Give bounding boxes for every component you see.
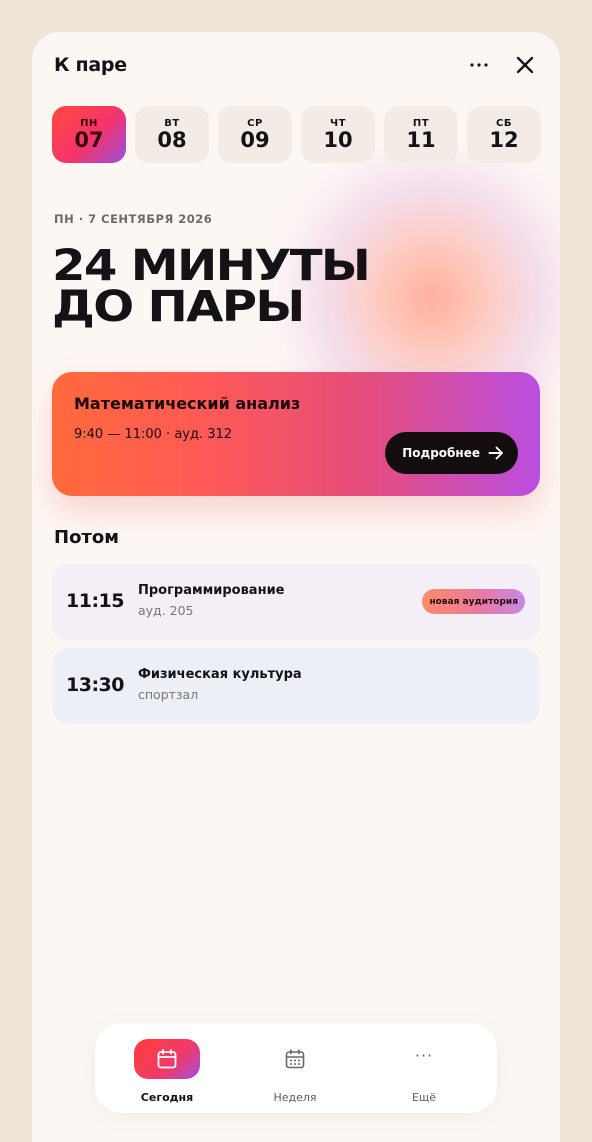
calendar-icon (157, 1049, 177, 1069)
close-icon (516, 56, 534, 74)
tab-icon-container (262, 1039, 328, 1079)
close-button[interactable] (512, 52, 538, 78)
tab-week[interactable]: Неделя (250, 1039, 340, 1104)
day-tab-thu[interactable]: ЧТ 10 (301, 106, 375, 163)
tab-more[interactable]: ··· Ещё (379, 1039, 469, 1105)
header-actions (466, 52, 538, 78)
header: К паре (54, 50, 538, 80)
day-tab-tue[interactable]: ВТ 08 (135, 106, 209, 163)
countdown-heading: 24 минуты до пары (52, 241, 371, 332)
details-button-label: Подробнее (402, 446, 480, 460)
calendar-grid-icon (285, 1049, 305, 1069)
current-date: ПН · 7 СЕНТЯБРЯ 2026 (54, 212, 213, 226)
day-number: 11 (406, 127, 436, 152)
arrow-right-icon (488, 446, 503, 460)
status-badge: новая аудитория (422, 589, 525, 614)
day-tab-sat[interactable]: СБ 12 (467, 106, 541, 163)
tab-today[interactable]: Сегодня (122, 1039, 212, 1104)
tab-label: Неделя (273, 1091, 317, 1104)
day-tab-fri[interactable]: ПТ 11 (384, 106, 458, 163)
countdown-line-2: до пары (52, 282, 305, 332)
day-selector: ПН 07 ВТ 08 СР 09 ЧТ 10 ПТ 11 СБ 12 (52, 106, 541, 163)
lesson-name: Физическая культура (138, 667, 302, 682)
lesson-time: 11:15 (66, 590, 124, 612)
page-title: К паре (54, 54, 127, 76)
app-screen: К паре ПН 07 ВТ 08 СР 09 ЧТ 10 ПТ 11 СБ … (32, 32, 560, 1142)
day-number: 10 (323, 127, 353, 152)
list-item[interactable]: 13:30 Физическая культура спортзал (52, 648, 540, 724)
day-number: 07 (74, 127, 104, 152)
lesson-time: 13:30 (66, 674, 124, 696)
tab-icon-container: ··· (391, 1039, 457, 1079)
next-class-time-room: 9:40 — 11:00 · ауд. 312 (74, 427, 233, 442)
tab-label: Сегодня (140, 1091, 194, 1104)
details-button[interactable]: Подробнее (385, 432, 518, 474)
tab-label: Ещё (411, 1091, 437, 1104)
tab-icon-container (134, 1039, 200, 1079)
day-number: 12 (489, 127, 519, 152)
day-number: 09 (240, 127, 270, 152)
lesson-room: спортзал (138, 687, 199, 702)
day-tab-wed[interactable]: СР 09 (218, 106, 292, 163)
day-number: 08 (157, 127, 187, 152)
next-class-title: Математический анализ (74, 394, 301, 413)
more-horizontal-icon (470, 63, 488, 67)
lesson-room: ауд. 205 (138, 603, 194, 618)
lesson-name: Программирование (138, 583, 285, 598)
list-item[interactable]: 11:15 Программирование ауд. 205 новая ау… (52, 564, 540, 640)
later-section-title: Потом (54, 527, 119, 548)
countdown-line-1: 24 минуты (52, 241, 371, 291)
more-button[interactable] (466, 52, 492, 78)
day-tab-mon[interactable]: ПН 07 (52, 106, 126, 163)
bottom-tab-bar: Сегодня Неделя ··· Ещё (95, 1023, 497, 1113)
more-horizontal-icon: ··· (414, 1045, 434, 1065)
next-class-card[interactable]: Математический анализ 9:40 — 11:00 · ауд… (52, 372, 540, 496)
